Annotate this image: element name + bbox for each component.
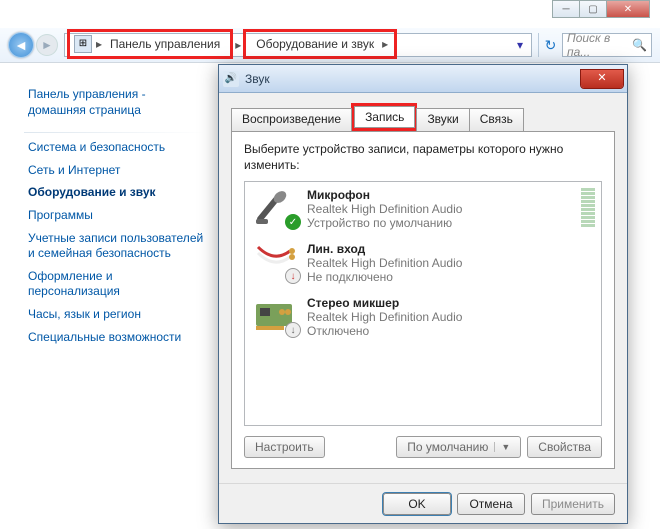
device-name: Микрофон bbox=[307, 188, 577, 202]
breadcrumb-dropdown[interactable]: ▾ bbox=[511, 38, 529, 52]
device-status: Не подключено bbox=[307, 270, 595, 284]
set-default-label: По умолчанию bbox=[407, 440, 488, 454]
search-placeholder: Поиск в па... bbox=[567, 31, 632, 59]
panel-buttons: Настроить По умолчанию ▼ Свойства bbox=[244, 436, 602, 458]
chevron-right-icon[interactable]: ▸ bbox=[233, 38, 243, 52]
search-icon[interactable]: 🔍 bbox=[632, 38, 647, 52]
chevron-right-icon[interactable]: ▸ bbox=[94, 37, 104, 51]
device-driver: Realtek High Definition Audio bbox=[307, 310, 595, 324]
device-status: Отключено bbox=[307, 324, 595, 338]
device-driver: Realtek High Definition Audio bbox=[307, 256, 595, 270]
sidebar-item-clock[interactable]: Часы, язык и регион bbox=[28, 307, 206, 323]
dialog-titlebar[interactable]: 🔊 Звук ✕ bbox=[219, 65, 627, 93]
ok-button[interactable]: OK bbox=[383, 493, 451, 515]
sidebar-item-network[interactable]: Сеть и Интернет bbox=[28, 163, 206, 179]
tab-sounds[interactable]: Звуки bbox=[416, 108, 469, 132]
device-name: Лин. вход bbox=[307, 242, 595, 256]
chevron-down-icon[interactable]: ▼ bbox=[494, 442, 510, 452]
dialog-body: Воспроизведение Запись Звуки Связь Выбер… bbox=[219, 93, 627, 483]
apply-button[interactable]: Применить bbox=[531, 493, 615, 515]
sidebar-item-appearance[interactable]: Оформление и персонализация bbox=[28, 269, 206, 300]
sound-card-icon: ↓ bbox=[251, 296, 299, 336]
tab-communications[interactable]: Связь bbox=[469, 108, 524, 132]
set-default-button[interactable]: По умолчанию ▼ bbox=[396, 436, 521, 458]
device-driver: Realtek High Definition Audio bbox=[307, 202, 577, 216]
sound-dialog: 🔊 Звук ✕ Воспроизведение Запись Звуки Св… bbox=[218, 64, 628, 524]
maximize-button[interactable]: ▢ bbox=[579, 0, 607, 18]
breadcrumb-item[interactable]: Панель управления bbox=[104, 37, 226, 51]
device-item[interactable]: ↓ Лин. вход Realtek High Definition Audi… bbox=[245, 236, 601, 290]
device-item[interactable]: ↓ Стерео микшер Realtek High Definition … bbox=[245, 290, 601, 344]
tab-strip: Воспроизведение Запись Звуки Связь bbox=[231, 107, 615, 131]
tab-playback[interactable]: Воспроизведение bbox=[231, 108, 352, 132]
microphone-icon: ✓ bbox=[251, 188, 299, 228]
divider bbox=[24, 132, 206, 133]
level-meter bbox=[581, 188, 595, 230]
device-status: Устройство по умолчанию bbox=[307, 216, 577, 230]
tab-recording[interactable]: Запись bbox=[354, 106, 415, 128]
minimize-button[interactable]: ─ bbox=[552, 0, 580, 18]
sidebar-item-programs[interactable]: Программы bbox=[28, 208, 206, 224]
device-name: Стерео микшер bbox=[307, 296, 595, 310]
back-button[interactable]: ◄ bbox=[8, 32, 34, 58]
properties-button[interactable]: Свойства bbox=[527, 436, 602, 458]
speaker-icon: 🔊 bbox=[223, 71, 239, 87]
close-button[interactable]: ✕ bbox=[606, 0, 650, 18]
arrow-down-badge-icon: ↓ bbox=[285, 268, 301, 284]
search-input[interactable]: Поиск в па... 🔍 bbox=[562, 33, 652, 57]
divider bbox=[0, 62, 660, 63]
window-controls: ─ ▢ ✕ bbox=[553, 0, 650, 18]
sidebar: Панель управления - домашняя страница Си… bbox=[0, 72, 214, 360]
sidebar-item-system[interactable]: Система и безопасность bbox=[28, 140, 206, 156]
dialog-title: Звук bbox=[245, 72, 270, 86]
sidebar-item-accessibility[interactable]: Специальные возможности bbox=[28, 330, 206, 346]
breadcrumb-item[interactable]: Оборудование и звук bbox=[250, 37, 380, 51]
tab-panel: Выберите устройство записи, параметры ко… bbox=[231, 131, 615, 469]
chevron-right-icon[interactable]: ▸ bbox=[380, 37, 390, 51]
sidebar-home[interactable]: Панель управления - домашняя страница bbox=[28, 87, 206, 118]
device-item[interactable]: ✓ Микрофон Realtek High Definition Audio… bbox=[245, 182, 601, 236]
refresh-button[interactable]: ↻ bbox=[538, 33, 562, 57]
instruction-text: Выберите устройство записи, параметры ко… bbox=[244, 142, 602, 173]
dialog-close-button[interactable]: ✕ bbox=[581, 70, 623, 88]
cancel-button[interactable]: Отмена bbox=[457, 493, 525, 515]
dialog-footer: OK Отмена Применить bbox=[219, 483, 627, 523]
sidebar-item-hardware[interactable]: Оборудование и звук bbox=[28, 185, 206, 201]
sidebar-item-accounts[interactable]: Учетные записи пользователей и семейная … bbox=[28, 231, 206, 262]
line-in-icon: ↓ bbox=[251, 242, 299, 282]
arrow-down-badge-icon: ↓ bbox=[285, 322, 301, 338]
breadcrumb[interactable]: ⊞ ▸ Панель управления ▸ Оборудование и з… bbox=[64, 33, 532, 57]
navigation-bar: ◄ ► ⊞ ▸ Панель управления ▸ Оборудование… bbox=[0, 28, 660, 62]
forward-button: ► bbox=[36, 34, 58, 56]
check-badge-icon: ✓ bbox=[285, 214, 301, 230]
control-panel-icon: ⊞ bbox=[74, 35, 92, 53]
configure-button[interactable]: Настроить bbox=[244, 436, 325, 458]
device-list[interactable]: ✓ Микрофон Realtek High Definition Audio… bbox=[244, 181, 602, 426]
